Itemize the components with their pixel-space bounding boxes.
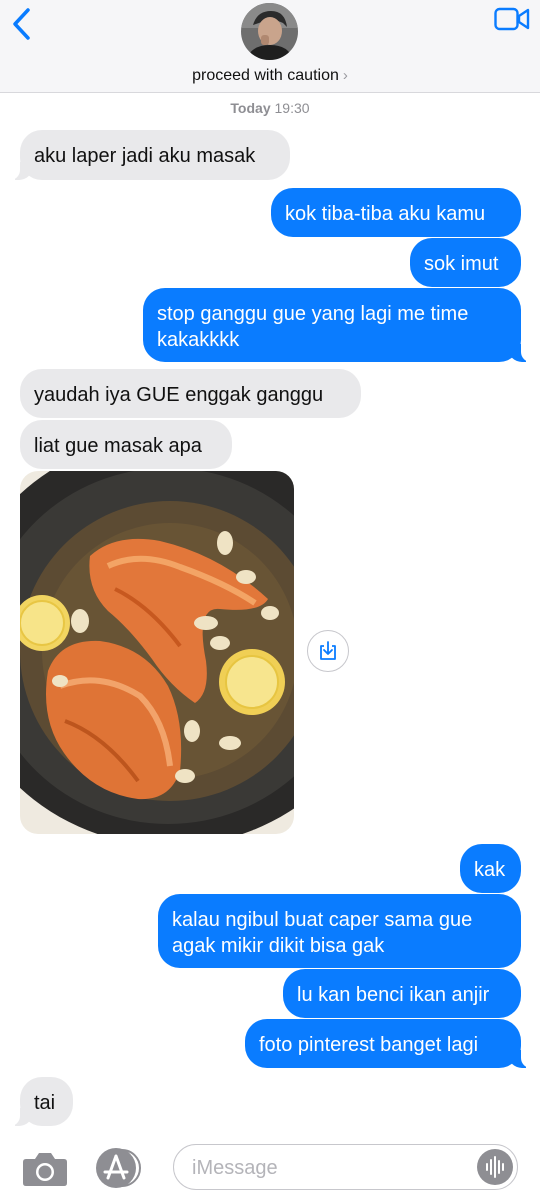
message-text: kok tiba-tiba aku kamu bbox=[285, 203, 486, 225]
video-camera-icon[interactable] bbox=[494, 7, 530, 31]
message-bubble-outgoing[interactable]: kok tiba-tiba aku kamu bbox=[271, 188, 521, 237]
app-store-icon[interactable] bbox=[94, 1148, 144, 1188]
audio-waveform-icon[interactable] bbox=[477, 1149, 513, 1185]
message-text: lu kan benci ikan anjir bbox=[297, 984, 490, 1006]
message-bubble-outgoing[interactable]: kalau ngibul buat caper sama gue agak mi… bbox=[158, 894, 521, 968]
message-composer: iMessage bbox=[0, 1136, 540, 1199]
avatar[interactable] bbox=[241, 3, 298, 60]
save-photo-button[interactable] bbox=[307, 630, 349, 672]
message-bubble-incoming[interactable]: yaudah iya GUE enggak ganggu bbox=[20, 369, 361, 418]
message-text-line: kalau ngibul buat caper sama gue bbox=[172, 909, 473, 931]
contact-name-button[interactable]: proceed with caution › bbox=[0, 66, 540, 86]
message-text: foto pinterest banget lagi bbox=[259, 1034, 479, 1056]
chevron-right-icon: › bbox=[342, 67, 348, 84]
message-timestamp: Today 19:30 bbox=[0, 100, 540, 116]
conversation-header: proceed with caution › bbox=[0, 0, 540, 93]
message-bubble-outgoing[interactable]: sok imut bbox=[410, 238, 521, 287]
message-bubble-outgoing[interactable]: lu kan benci ikan anjir bbox=[283, 969, 521, 1018]
message-text: tai bbox=[34, 1092, 56, 1114]
message-text: liat gue masak apa bbox=[34, 435, 202, 457]
message-text-line: agak mikir dikit bisa gak bbox=[172, 935, 385, 957]
timestamp-day: Today bbox=[230, 100, 271, 116]
message-bubble-incoming[interactable]: aku laper jadi aku masak bbox=[8, 130, 290, 180]
message-text: yaudah iya GUE enggak ganggu bbox=[34, 384, 324, 406]
message-text: sok imut bbox=[424, 253, 499, 275]
camera-icon[interactable] bbox=[22, 1149, 68, 1187]
message-text: kak bbox=[474, 859, 506, 881]
message-input-placeholder: iMessage bbox=[192, 1157, 278, 1179]
contact-name: proceed with caution bbox=[192, 67, 339, 84]
message-text: aku laper jadi aku masak bbox=[34, 145, 256, 167]
message-text-line: stop ganggu gue yang lagi me time bbox=[157, 303, 469, 325]
message-bubble-outgoing[interactable]: foto pinterest banget lagi bbox=[245, 1019, 533, 1068]
message-text-line: kakakkkk bbox=[157, 329, 240, 351]
message-input[interactable]: iMessage bbox=[173, 1144, 518, 1190]
photo-attachment[interactable] bbox=[20, 471, 294, 834]
message-bubble-incoming[interactable]: tai bbox=[8, 1077, 73, 1126]
chevron-left-icon[interactable] bbox=[8, 6, 36, 42]
message-bubble-outgoing[interactable]: stop ganggu gue yang lagi me time kakakk… bbox=[143, 288, 533, 362]
download-icon bbox=[320, 641, 336, 660]
message-bubble-incoming[interactable]: liat gue masak apa bbox=[20, 420, 232, 469]
timestamp-time: 19:30 bbox=[274, 100, 310, 116]
message-bubble-outgoing[interactable]: kak bbox=[460, 844, 521, 893]
